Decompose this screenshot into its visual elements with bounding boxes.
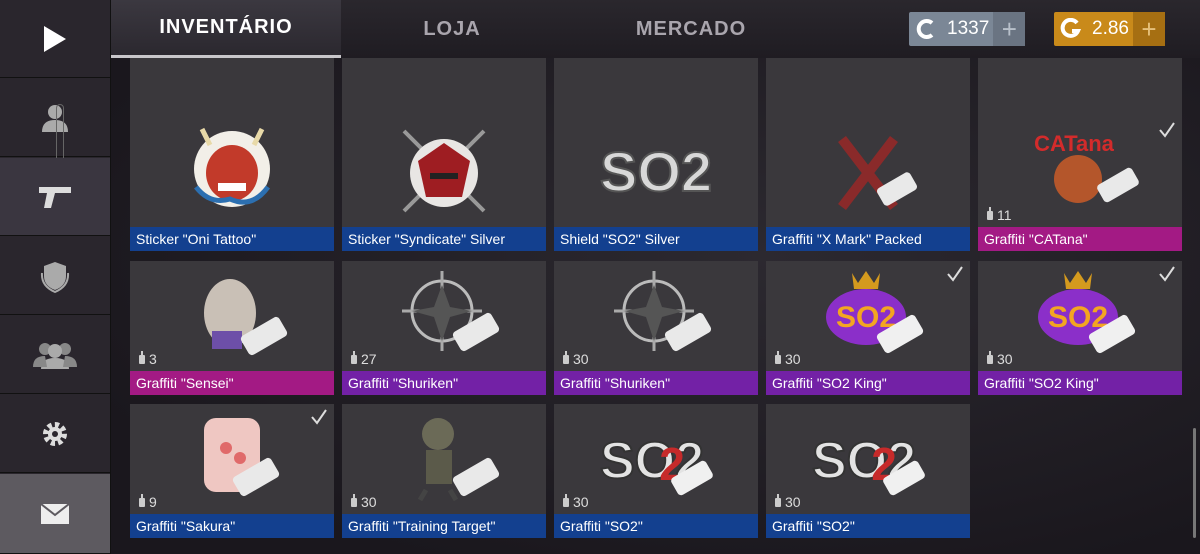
item-count-value: 30 bbox=[573, 494, 589, 510]
clan-shield-icon bbox=[40, 261, 70, 293]
tab-market[interactable]: MERCADO bbox=[563, 0, 819, 58]
silver-currency: 1337 + bbox=[909, 12, 1026, 46]
settings-gear-icon bbox=[43, 421, 67, 446]
xmark-item-art bbox=[838, 135, 917, 211]
oni-item-art bbox=[194, 127, 271, 207]
equipped-check-icon bbox=[946, 265, 964, 288]
spray-can-icon bbox=[986, 351, 994, 367]
svg-text:SO2: SO2 bbox=[600, 140, 712, 203]
item-count-value: 30 bbox=[785, 494, 801, 510]
mail-icon bbox=[40, 502, 70, 524]
inventory-scrollbar[interactable] bbox=[1193, 428, 1196, 538]
item-name-label: Graffiti "Sakura" bbox=[130, 514, 334, 538]
item-count: 30 bbox=[986, 351, 1013, 367]
item-name-label: Graffiti "X Mark" Packed bbox=[766, 227, 970, 251]
spray-can-icon bbox=[562, 351, 570, 367]
friends-icon bbox=[33, 342, 77, 369]
item-count-value: 9 bbox=[149, 494, 157, 510]
item-name-label: Graffiti "CATana" bbox=[978, 227, 1182, 251]
item-count: 11 bbox=[986, 207, 1012, 223]
spray-can-icon bbox=[774, 351, 782, 367]
add-gold-button[interactable]: + bbox=[1132, 12, 1165, 46]
sensei-item-art bbox=[204, 279, 288, 356]
item-name-label: Graffiti "SO2 King" bbox=[978, 371, 1182, 395]
inventory-item-card[interactable]: 30 Graffiti "Training Target" bbox=[342, 404, 546, 538]
inventory-item-card[interactable]: 27 Graffiti "Shuriken" bbox=[342, 261, 546, 395]
item-count-value: 30 bbox=[361, 494, 377, 510]
item-count-value: 27 bbox=[361, 351, 377, 367]
so2silver-item-art: SO2 bbox=[599, 139, 713, 204]
item-count-value: 30 bbox=[997, 351, 1013, 367]
gold-value: 2.86 bbox=[1092, 18, 1129, 39]
settings-button[interactable] bbox=[0, 395, 110, 473]
item-name-label: Graffiti "SO2 King" bbox=[766, 371, 970, 395]
inventory-item-card[interactable]: Graffiti "X Mark" Packed bbox=[766, 117, 970, 251]
sidebar bbox=[0, 0, 111, 554]
item-count-value: 3 bbox=[149, 351, 157, 367]
item-count: 27 bbox=[350, 351, 377, 367]
mail-button[interactable] bbox=[0, 474, 110, 554]
inventory-item-card[interactable]: CATana 11 Graffiti "CATana" bbox=[978, 117, 1182, 251]
item-name-label: Graffiti "SO2" bbox=[554, 514, 758, 538]
item-name-label: Graffiti "Shuriken" bbox=[554, 371, 758, 395]
pistol-icon bbox=[39, 186, 71, 208]
gold-coin-icon bbox=[1054, 18, 1088, 40]
tab-inventory[interactable]: INVENTÁRIO bbox=[111, 0, 341, 58]
inventory-item-card[interactable]: SO2 30 Graffiti "SO2 King" bbox=[766, 261, 970, 395]
inventory-item-card[interactable]: 9 Graffiti "Sakura" bbox=[130, 404, 334, 538]
item-count: 9 bbox=[138, 494, 157, 510]
equipped-check-icon bbox=[310, 408, 328, 431]
item-count: 30 bbox=[562, 494, 589, 510]
spray-can-icon bbox=[350, 351, 358, 367]
item-count-value: 30 bbox=[573, 351, 589, 367]
spray-can-icon bbox=[138, 494, 146, 510]
inventory-grid: G22 "Steel Grip"Charm "SO2"Sticker "Kiku… bbox=[111, 58, 1200, 554]
top-bar: INVENTÁRIO LOJA MERCADO 1337 + 2.86 + bbox=[111, 0, 1200, 58]
item-count: 3 bbox=[138, 351, 157, 367]
friends-button[interactable] bbox=[0, 316, 110, 394]
silver-value: 1337 bbox=[947, 18, 990, 39]
tab-store[interactable]: LOJA bbox=[341, 0, 563, 58]
samurai-item-art bbox=[402, 129, 486, 213]
item-count: 30 bbox=[350, 494, 377, 510]
item-count: 30 bbox=[774, 494, 801, 510]
clan-button[interactable] bbox=[0, 237, 110, 315]
item-count-value: 30 bbox=[785, 351, 801, 367]
add-silver-button[interactable]: + bbox=[993, 12, 1026, 46]
spray-can-icon bbox=[138, 351, 146, 367]
spray-can-icon bbox=[350, 494, 358, 510]
spray-can-icon bbox=[562, 494, 570, 510]
profile-button[interactable] bbox=[0, 79, 110, 157]
inventory-item-card[interactable]: SO2 Shield "SO2" Silver bbox=[554, 117, 758, 251]
item-count: 30 bbox=[562, 351, 589, 367]
equipped-check-icon bbox=[1158, 265, 1176, 288]
item-name-label: Graffiti "Sensei" bbox=[130, 371, 334, 395]
play-button[interactable] bbox=[0, 0, 110, 78]
inventory-item-card[interactable]: SO2 30 Graffiti "SO2 King" bbox=[978, 261, 1182, 395]
item-name-label: Shield "SO2" Silver bbox=[554, 227, 758, 251]
svg-text:CATana: CATana bbox=[1034, 131, 1115, 156]
item-name-label: Graffiti "SO2" bbox=[766, 514, 970, 538]
item-count-value: 11 bbox=[997, 207, 1012, 223]
sakura-item-art bbox=[204, 418, 280, 497]
weapons-button[interactable] bbox=[0, 158, 110, 236]
silver-coin-icon bbox=[909, 18, 943, 40]
inventory-item-card[interactable]: SO2 2 30 Graffiti "SO2" bbox=[766, 404, 970, 538]
item-name-label: Graffiti "Shuriken" bbox=[342, 371, 546, 395]
item-name-label: Sticker "Oni Tattoo" bbox=[130, 227, 334, 251]
inventory-item-card[interactable]: Sticker "Oni Tattoo" bbox=[130, 117, 334, 251]
inventory-item-card[interactable]: SO2 2 30 Graffiti "SO2" bbox=[554, 404, 758, 538]
inventory-item-card[interactable]: 30 Graffiti "Shuriken" bbox=[554, 261, 758, 395]
spray-can-icon bbox=[774, 494, 782, 510]
item-name-label: Graffiti "Training Target" bbox=[342, 514, 546, 538]
spray-can-icon bbox=[986, 207, 994, 223]
item-name-label: Sticker "Syndicate" Silver bbox=[342, 227, 546, 251]
inventory-item-card[interactable]: Sticker "Syndicate" Silver bbox=[342, 117, 546, 251]
play-icon bbox=[44, 25, 66, 52]
gold-currency: 2.86 + bbox=[1054, 12, 1165, 46]
item-count: 30 bbox=[774, 351, 801, 367]
profile-icon bbox=[42, 104, 68, 132]
inventory-item-card[interactable]: 3 Graffiti "Sensei" bbox=[130, 261, 334, 395]
equipped-check-icon bbox=[1158, 121, 1176, 144]
